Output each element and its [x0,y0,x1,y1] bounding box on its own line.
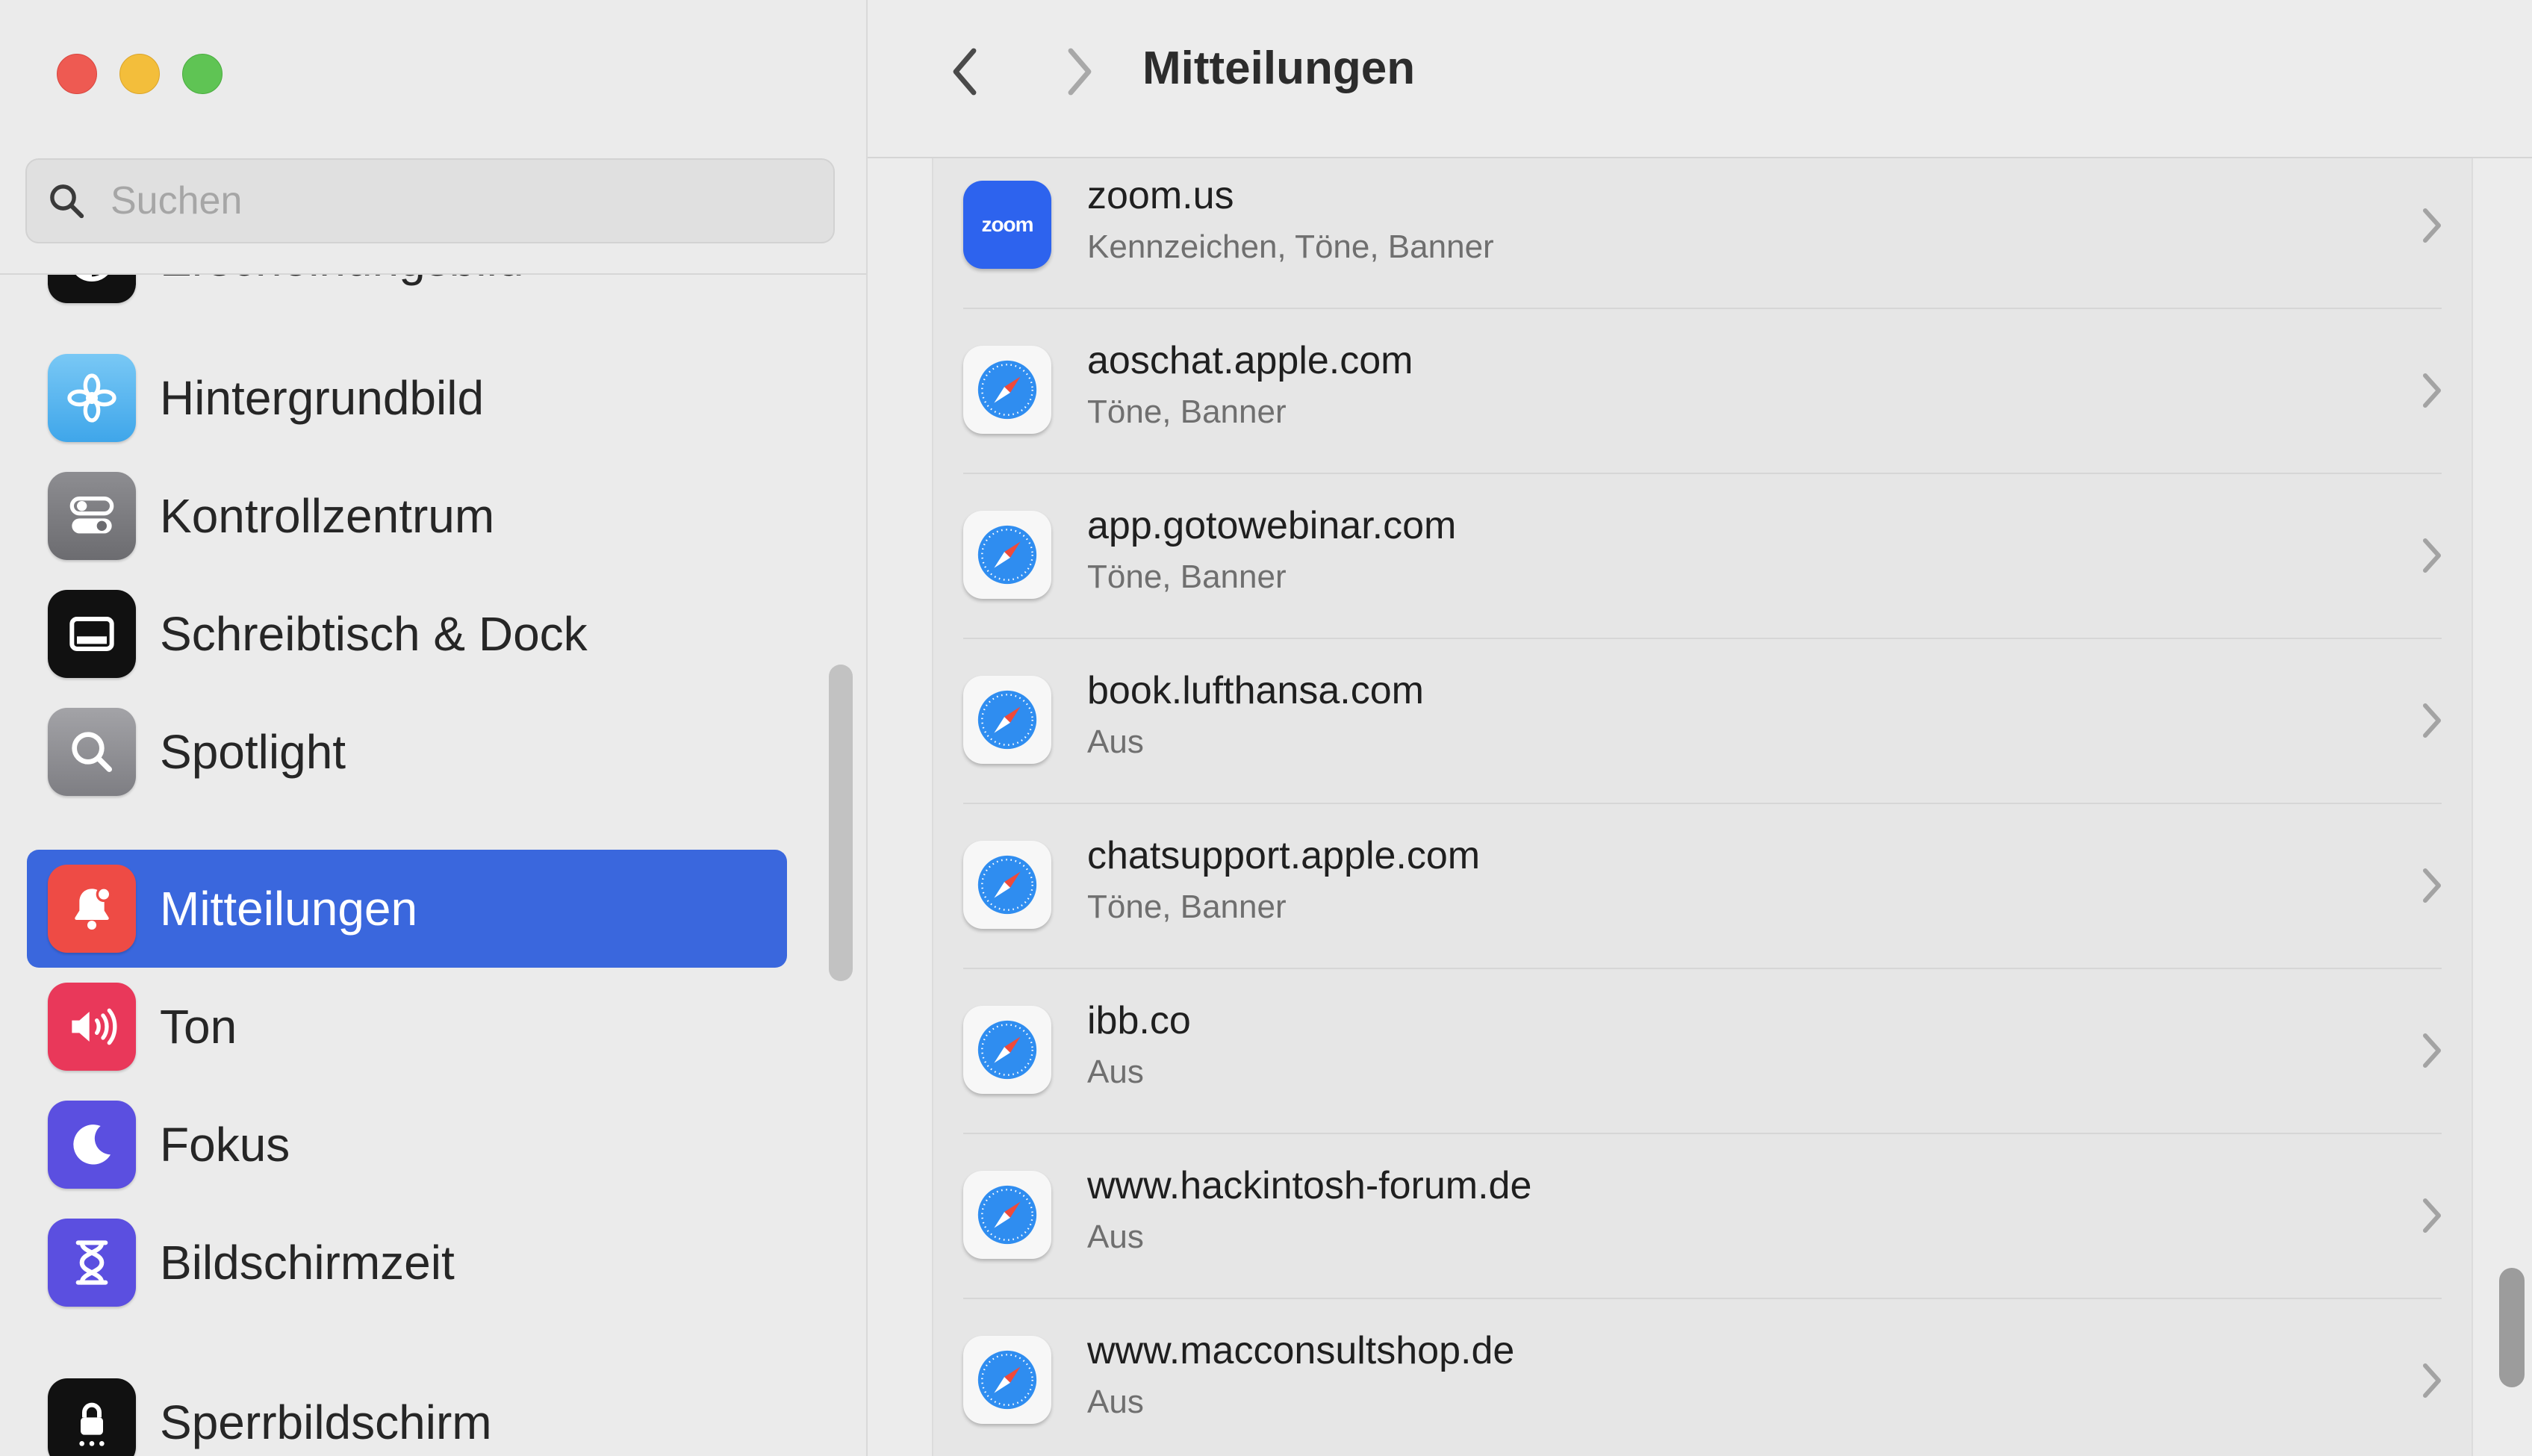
search-field[interactable] [25,158,835,243]
chevron-right-icon [2423,373,2441,408]
row-divider [963,1298,2442,1299]
list-item-zoom-us[interactable]: zoom zoom.us Kennzeichen, Töne, Banner [933,166,2472,331]
sidebar-item-wallpaper[interactable]: Hintergrundbild [27,339,787,457]
app-name: aoschat.apple.com [1087,339,1413,382]
sidebar-list: Erscheinungsbild Hintergrundbild [0,275,866,1456]
row-divider [963,968,2442,969]
page-title: Mitteilungen [1142,43,1416,94]
spotlight-icon [48,708,136,796]
focus-icon [48,1101,136,1189]
row-divider [963,803,2442,804]
appearance-icon [48,275,136,303]
sidebar-item-label: Hintergrundbild [160,371,485,425]
sidebar-item-label: Sperrbildschirm [160,1396,492,1449]
app-notifications-list: zoom zoom.us Kennzeichen, Töne, Banner a… [932,158,2473,1456]
sidebar-item-label: Mitteilungen [160,882,418,936]
sidebar-item-control-center[interactable]: Kontrollzentrum [27,457,787,575]
row-divider [963,473,2442,474]
row-divider [963,1133,2442,1134]
desktop-dock-icon [48,590,136,678]
app-name: www.macconsultshop.de [1087,1329,1515,1372]
chevron-right-icon [2423,538,2441,573]
notification-style: Aus [1087,1384,1144,1420]
sidebar-item-focus[interactable]: Fokus [27,1086,787,1204]
sidebar-item-spotlight[interactable]: Spotlight [27,693,787,811]
notification-style: Töne, Banner [1087,889,1287,925]
app-name: chatsupport.apple.com [1087,834,1481,877]
sound-icon [48,983,136,1071]
chevron-right-icon [2423,1033,2441,1068]
search-icon [50,184,84,219]
chevron-right-icon [2423,868,2441,903]
sidebar-scrollbar[interactable] [829,665,853,981]
app-name: book.lufthansa.com [1087,669,1424,712]
safari-icon [963,1171,1051,1259]
screen-time-icon [48,1219,136,1307]
notifications-icon [48,865,136,953]
minimize-button[interactable] [119,54,160,94]
toolbar: Mitteilungen [868,0,2532,158]
sidebar-item-notifications[interactable]: Mitteilungen [27,850,787,968]
notification-style: Töne, Banner [1087,559,1287,595]
sidebar-item-label: Erscheinungsbild [160,275,523,287]
sidebar-item-sound[interactable]: Ton [27,968,787,1086]
main-pane: Mitteilungen zoom zoom.us Kennzeichen, T… [868,0,2532,1456]
notification-style: Kennzeichen, Töne, Banner [1087,228,1494,265]
app-name: app.gotowebinar.com [1087,504,1457,547]
lock-screen-icon [48,1378,136,1456]
app-name: www.hackintosh-forum.de [1087,1164,1532,1207]
notification-style: Töne, Banner [1087,393,1287,430]
list-item-macconsultshop-de[interactable]: www.macconsultshop.de Aus [933,1321,2472,1456]
safari-icon [963,511,1051,599]
row-divider [963,638,2442,639]
sidebar-item-screen-time[interactable]: Bildschirmzeit [27,1204,787,1322]
sidebar-item-appearance[interactable]: Erscheinungsbild [27,275,787,318]
row-divider [963,308,2442,309]
sidebar-item-label: Schreibtisch & Dock [160,607,588,661]
chevron-left-icon [953,48,977,96]
sidebar-item-label: Spotlight [160,725,346,779]
sidebar: Erscheinungsbild Hintergrundbild [0,0,868,1456]
sidebar-item-label: Ton [160,1000,237,1054]
notification-style: Aus [1087,1219,1144,1255]
zoom-button[interactable] [182,54,223,94]
list-item-hackintosh-forum-de[interactable]: www.hackintosh-forum.de Aus [933,1156,2472,1321]
chevron-right-icon [2423,1198,2441,1233]
safari-icon [963,1336,1051,1424]
safari-icon [963,346,1051,434]
forward-button[interactable] [1050,42,1110,102]
list-item-book-lufthansa-com[interactable]: book.lufthansa.com Aus [933,661,2472,826]
chevron-right-icon [2423,208,2441,243]
zoom-icon: zoom [963,181,1051,269]
chevron-right-icon [2423,1363,2441,1398]
sidebar-item-label: Bildschirmzeit [160,1236,455,1289]
list-item-aoschat-apple-com[interactable]: aoschat.apple.com Töne, Banner [933,331,2472,496]
notification-style: Aus [1087,1054,1144,1090]
window-controls [57,54,223,94]
app-name: zoom.us [1087,174,1234,217]
close-button[interactable] [57,54,97,94]
chevron-right-icon [1068,48,1092,96]
safari-icon [963,841,1051,929]
wallpaper-icon [48,354,136,442]
sidebar-item-lock-screen[interactable]: Sperrbildschirm [27,1363,787,1456]
control-center-icon [48,472,136,560]
sidebar-item-label: Kontrollzentrum [160,489,495,543]
list-item-ibb-co[interactable]: ibb.co Aus [933,991,2472,1156]
list-item-chatsupport-apple-com[interactable]: chatsupport.apple.com Töne, Banner [933,826,2472,991]
notification-style: Aus [1087,724,1144,760]
content-scrollbar[interactable] [2499,1268,2525,1387]
sidebar-item-label: Fokus [160,1118,290,1172]
safari-icon [963,1006,1051,1094]
chevron-right-icon [2423,703,2441,738]
safari-icon [963,676,1051,764]
list-item-app-gotowebinar-com[interactable]: app.gotowebinar.com Töne, Banner [933,496,2472,661]
back-button[interactable] [935,42,995,102]
zoom-icon-text: zoom [981,213,1033,236]
app-name: ibb.co [1087,999,1191,1042]
sidebar-item-desktop-dock[interactable]: Schreibtisch & Dock [27,575,787,693]
search-input[interactable] [109,178,784,224]
